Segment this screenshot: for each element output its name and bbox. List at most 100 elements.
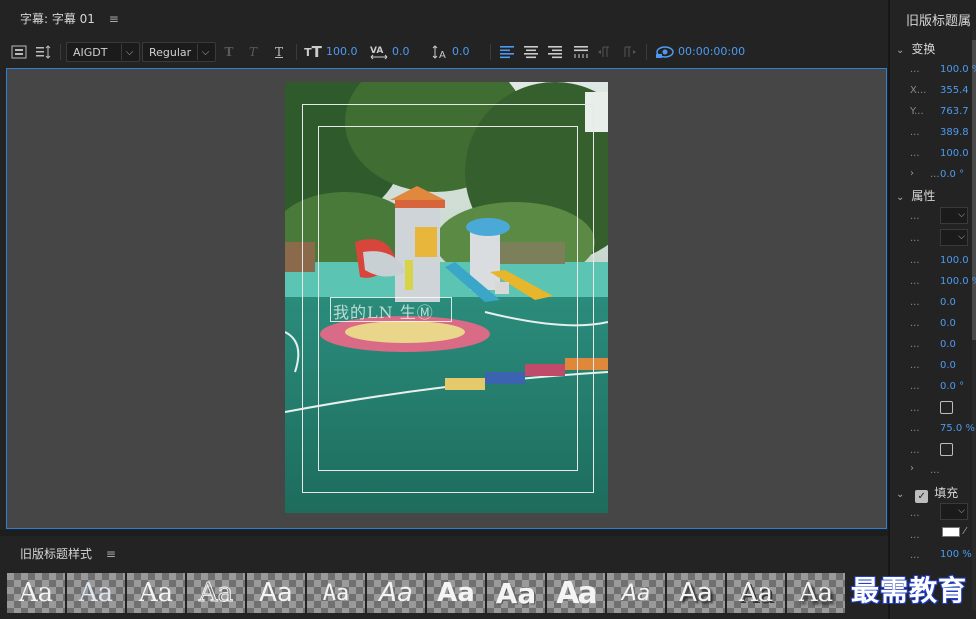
- row-label: ...: [910, 381, 920, 392]
- small-caps-checkbox[interactable]: [940, 401, 953, 414]
- roll-crawl-icon[interactable]: [10, 42, 28, 62]
- chevron-down-icon: ⌄: [896, 489, 905, 500]
- style-swatch[interactable]: Aa: [247, 573, 305, 613]
- leading-value[interactable]: 0.0: [452, 45, 470, 58]
- align-center-icon[interactable]: [522, 42, 540, 62]
- properties-scrollbar[interactable]: [972, 30, 976, 610]
- style-swatch-list: Aa Aa Aa Aa Aa Aa Aa Aa Aa Aa Aa Aa Aa A…: [7, 573, 845, 613]
- eyedropper-icon[interactable]: ⁄: [964, 526, 966, 537]
- row-label: ...: [910, 339, 920, 350]
- text-direction-rtl-icon[interactable]: [620, 42, 638, 62]
- style-swatch[interactable]: Aa: [547, 573, 605, 613]
- style-swatch[interactable]: Aa: [127, 573, 185, 613]
- style-swatch[interactable]: Aa: [787, 573, 845, 613]
- align-right-icon[interactable]: [546, 42, 564, 62]
- underline-checkbox[interactable]: [940, 443, 953, 456]
- opacity-value[interactable]: 100.0 %: [940, 64, 976, 75]
- style-swatch[interactable]: Aa: [427, 573, 485, 613]
- chevron-down-icon: ⌄: [896, 192, 905, 203]
- style-swatch[interactable]: Aa: [607, 573, 665, 613]
- baseline-prop-value[interactable]: 0.0: [940, 360, 956, 371]
- svg-text:VA: VA: [370, 46, 383, 56]
- tracking-prop-value[interactable]: 0.0: [940, 339, 956, 350]
- font-family-value: AIGDT: [73, 45, 108, 59]
- font-size-value[interactable]: 100.0: [326, 45, 358, 58]
- style-swatch[interactable]: Aa: [487, 573, 545, 613]
- style-swatch[interactable]: Aa: [667, 573, 725, 613]
- x-position-value[interactable]: 355.4: [940, 85, 969, 96]
- title-text-object[interactable]: 我的LN 生Ⓜ: [333, 299, 434, 323]
- scrollbar-thumb[interactable]: [972, 40, 976, 340]
- fill-color-swatch[interactable]: [942, 527, 960, 537]
- font-style-select[interactable]: Regular ⌵: [142, 42, 216, 62]
- panel-tab-label: 字幕: 字幕 01: [20, 12, 95, 26]
- title-toolbar: AIGDT ⌵ Regular ⌵ T T T TT 100.0 VA 0.0 …: [0, 36, 888, 68]
- row-label: ...: [910, 297, 920, 308]
- row-label: Y...: [910, 106, 924, 117]
- style-swatch[interactable]: Aa: [367, 573, 425, 613]
- panel-menu-icon[interactable]: ≡: [106, 547, 116, 561]
- watermark-logo: 最需教育: [850, 573, 968, 608]
- justify-icon[interactable]: [572, 42, 590, 62]
- style-swatch[interactable]: Aa: [727, 573, 785, 613]
- row-label: X...: [910, 85, 927, 96]
- width-value[interactable]: 389.8: [940, 127, 969, 138]
- timecode-value[interactable]: 00:00:00:00: [678, 45, 745, 58]
- font-family-mini-select[interactable]: ⌵: [940, 207, 968, 224]
- chevron-right-icon[interactable]: ›: [910, 168, 914, 179]
- font-style-value: Regular: [149, 45, 192, 59]
- text-direction-ltr-icon[interactable]: [596, 42, 614, 62]
- font-size-prop-value[interactable]: 100.0: [940, 255, 969, 266]
- y-position-value[interactable]: 763.7: [940, 106, 969, 117]
- style-swatch[interactable]: Aa: [7, 573, 65, 613]
- panel-menu-icon[interactable]: ≡: [109, 12, 119, 26]
- kerning-prop-value[interactable]: 0.0: [940, 318, 956, 329]
- fill-opacity-value[interactable]: 100 %: [940, 549, 972, 560]
- chevron-down-icon: ⌵: [958, 506, 965, 516]
- leading-prop-value[interactable]: 0.0: [940, 297, 956, 308]
- kerning-value[interactable]: 0.0: [392, 45, 410, 58]
- fill-checkbox[interactable]: ✓: [915, 490, 929, 503]
- chevron-down-icon: ⌵: [197, 44, 213, 60]
- row-label: ...: [910, 423, 920, 434]
- chevron-down-icon: ⌵: [958, 232, 965, 242]
- chevron-right-icon[interactable]: ›: [910, 463, 914, 474]
- panel-tab-title[interactable]: 字幕: 字幕 01 ≡: [20, 10, 119, 27]
- height-value[interactable]: 100.0: [940, 148, 969, 159]
- fill-type-select[interactable]: ⌵: [940, 503, 968, 520]
- row-label: ...: [910, 148, 920, 159]
- bold-icon[interactable]: T: [222, 42, 236, 62]
- font-family-select[interactable]: AIGDT ⌵: [66, 42, 140, 62]
- font-size-icon: TT: [304, 43, 322, 61]
- section-fill-label: 填充: [934, 486, 959, 500]
- chevron-down-icon: ⌵: [121, 44, 137, 60]
- section-properties[interactable]: ⌄ 属性: [896, 187, 935, 204]
- row-label: ...: [910, 318, 920, 329]
- italic-icon[interactable]: T: [246, 42, 260, 62]
- svg-text:A: A: [439, 50, 446, 60]
- small-caps-size-value[interactable]: 75.0 %: [940, 423, 975, 434]
- leading-icon: A: [430, 42, 450, 62]
- rotation-value[interactable]: 0.0 °: [940, 169, 964, 180]
- style-swatch[interactable]: Aa: [67, 573, 125, 613]
- properties-panel-tab[interactable]: 旧版标题属: [906, 10, 971, 29]
- row-label: ...: [930, 169, 940, 180]
- section-transform[interactable]: ⌄ 变换: [896, 40, 935, 57]
- underline-icon[interactable]: T: [272, 42, 286, 62]
- styles-panel-tab[interactable]: 旧版标题样式 ≡: [20, 545, 116, 562]
- style-swatch[interactable]: Aa: [187, 573, 245, 613]
- aspect-value[interactable]: 100.0 %: [940, 276, 976, 287]
- title-styles-panel: 旧版标题样式 ≡ Aa Aa Aa Aa Aa Aa Aa Aa Aa Aa A…: [0, 536, 888, 619]
- align-left-icon[interactable]: [498, 42, 516, 62]
- style-swatch[interactable]: Aa: [307, 573, 365, 613]
- chevron-down-icon: ⌄: [896, 45, 905, 56]
- slant-prop-value[interactable]: 0.0 °: [940, 381, 964, 392]
- section-fill[interactable]: ⌄ ✓ 填充: [896, 484, 958, 503]
- font-style-mini-select[interactable]: ⌵: [940, 229, 968, 246]
- row-label: ...: [910, 255, 920, 266]
- title-properties-panel: 旧版标题属 ⌄ 变换 ... 100.0 % X... 355.4 Y... 76…: [888, 0, 976, 619]
- tab-stops-icon[interactable]: [34, 42, 54, 62]
- show-background-video-icon[interactable]: [654, 42, 676, 62]
- row-label: ...: [910, 360, 920, 371]
- styles-panel-label: 旧版标题样式: [20, 547, 93, 561]
